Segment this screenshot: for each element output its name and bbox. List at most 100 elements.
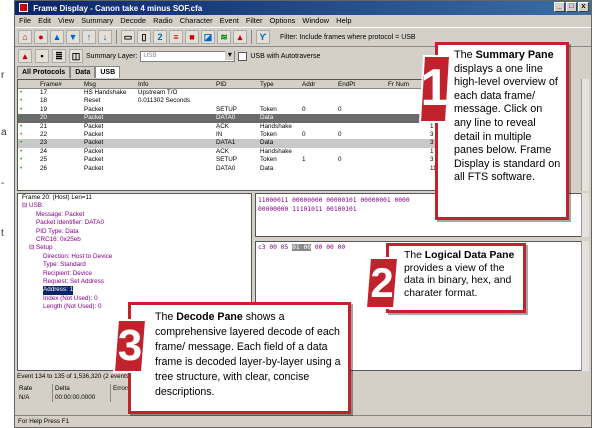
table-row[interactable]: • 20 Packet DATA0 Data	[18, 114, 456, 123]
autotraverse-checkbox[interactable]	[238, 51, 248, 61]
table-cell-msg: Packet	[84, 130, 104, 138]
column-header-type[interactable]: Type	[260, 80, 300, 89]
table-cell-msg: Packet	[84, 147, 104, 155]
table-cell-marker: •	[20, 97, 23, 105]
layers-icon[interactable]: ◫	[69, 49, 83, 63]
table-row[interactable]: • 22 Packet IN Token 0 0 3	[18, 131, 456, 139]
table-row[interactable]: • 17 HS Handshake Upstream T/O	[18, 89, 456, 97]
stats-icon[interactable]: ≋	[217, 30, 231, 44]
table-cell-frame: 21	[40, 122, 48, 130]
summary-rows: • 17 HS Handshake Upstream T/O • 18 Reset 0.011…	[18, 89, 456, 173]
copy-icon[interactable]: ▯	[137, 30, 151, 44]
menu-window[interactable]: Window	[302, 16, 329, 26]
menu-decode[interactable]: Decode	[120, 16, 146, 26]
table-row[interactable]: • 25 Packet SETUP Token 1 0 3	[18, 156, 456, 164]
tab-all-protocols[interactable]: All Protocols	[17, 66, 71, 78]
last-icon[interactable]: ↓	[98, 30, 112, 44]
page-icon[interactable]: ▭	[121, 30, 135, 44]
event-icon[interactable]: ▴	[233, 30, 247, 44]
hex-bytes[interactable]: 00 00 00	[311, 244, 345, 251]
decode-tree-node[interactable]: ⊟ USB:	[18, 202, 251, 210]
decode-icon[interactable]: ◪	[201, 30, 215, 44]
decode-tree-node[interactable]: CRC16: 0x25eb	[18, 236, 251, 244]
decode-tree-node[interactable]: Recipient: Device	[18, 270, 251, 278]
hex-scrollbar[interactable]	[581, 241, 589, 371]
callout-prefix: The	[404, 250, 425, 261]
menu-edit[interactable]: Edit	[38, 16, 51, 26]
next-icon[interactable]: ↑	[82, 30, 96, 44]
menu-summary[interactable]: Summary	[81, 16, 113, 26]
table-cell-addr: 0	[302, 130, 306, 138]
number-two-badge: 2	[364, 256, 400, 310]
decode-tree-node[interactable]: Packet Identifier: DATA0	[18, 219, 251, 227]
decode-tree-node[interactable]: Message: Packet	[18, 211, 251, 219]
lock-icon[interactable]: ▴	[18, 49, 32, 63]
column-header-frame[interactable]: Frame#	[40, 80, 70, 89]
save-icon[interactable]: ▪	[35, 49, 49, 63]
table-row[interactable]: • 19 Packet SETUP Token 0 0	[18, 106, 456, 114]
table-row[interactable]: • 21 Packet ACK Handshake 1	[18, 123, 456, 131]
column-header-pid[interactable]: PID	[216, 80, 256, 89]
menu-event[interactable]: Event	[220, 16, 239, 26]
menu-filter[interactable]: Filter	[246, 16, 263, 26]
edge-char-3: -	[1, 178, 5, 189]
column-header-addr[interactable]: Addr	[302, 80, 332, 89]
hex-bytes[interactable]: c3 00 05	[258, 244, 292, 251]
summary-scrollbar[interactable]	[581, 79, 589, 191]
column-header-msg[interactable]: Msg	[84, 80, 134, 89]
column-header-endpt[interactable]: EndPt	[338, 80, 368, 89]
menu-view[interactable]: View	[58, 16, 74, 26]
prev-icon[interactable]: ▼	[66, 30, 80, 44]
title-bar[interactable]: Frame Display - Canon take 4 minus SOF.c…	[15, 1, 591, 15]
maximize-button[interactable]: □	[566, 2, 577, 12]
toolbar-separator	[116, 30, 117, 44]
stats-value-rate: N/A	[17, 393, 53, 402]
table-row[interactable]: • 18 Reset 0.011302 Seconds	[18, 97, 456, 105]
tab-usb[interactable]: USB	[95, 66, 121, 78]
binary-scrollbar[interactable]	[581, 193, 589, 237]
decode-tree-node[interactable]: PID Type: Data	[18, 228, 251, 236]
menu-radio[interactable]: Radio	[153, 16, 173, 26]
columns-icon[interactable]: ≣	[52, 49, 66, 63]
filter-label: Filter: Include frames where protocol = …	[280, 33, 416, 41]
table-cell-addr: 0	[302, 105, 306, 113]
column-header-frnum[interactable]: Fr Num	[388, 80, 418, 89]
decode-node-label: Frame 20: (Host) Len=11	[22, 194, 93, 201]
bookmark-icon[interactable]: ≡	[169, 30, 183, 44]
summary-layer-select[interactable]: USB	[140, 49, 236, 62]
column-header-info[interactable]: Info	[138, 80, 212, 89]
window-title: Frame Display - Canon take 4 minus SOF.c…	[33, 4, 203, 13]
table-cell-frame: 26	[40, 164, 48, 172]
minimize-button[interactable]: _	[554, 2, 565, 12]
table-row[interactable]: • 26 Packet DATA0 Data 11	[18, 165, 456, 173]
menu-options[interactable]: Options	[270, 16, 296, 26]
menu-file[interactable]: File	[19, 16, 31, 26]
capture-icon[interactable]: ●	[34, 30, 48, 44]
panes-icon[interactable]: 2	[153, 30, 167, 44]
summary-header-row: Frame# Msg Info PID Type Addr EndPt Fr N…	[18, 80, 456, 89]
decode-node-label: Address: 1	[43, 286, 74, 295]
table-cell-msg: Packet	[84, 105, 104, 113]
close-button[interactable]: x	[578, 2, 589, 12]
home-icon[interactable]: ⌂	[18, 30, 32, 44]
menu-help[interactable]: Help	[336, 16, 351, 26]
filter-icon[interactable]: ϒ	[256, 30, 270, 44]
decode-tree-node[interactable]: Direction: Host to Device	[18, 253, 251, 261]
table-row[interactable]: • 24 Packet ACK Handshake 1	[18, 148, 456, 156]
tab-data[interactable]: Data	[70, 66, 96, 78]
hex-highlight[interactable]: 01 00	[292, 244, 312, 251]
decode-tree-node[interactable]: ⊟ Setup	[18, 244, 251, 252]
table-row[interactable]: • 23 Packet DATA1 Data 3	[18, 139, 456, 148]
decode-tree-node[interactable]: Request: Set Address	[18, 278, 251, 286]
decode-node-label: Type: Standard	[43, 261, 86, 269]
binary-icon[interactable]: ■	[185, 30, 199, 44]
table-cell-endpt: 0	[338, 156, 342, 164]
decode-tree-node[interactable]: Address: 1	[18, 286, 251, 295]
summary-pane: Frame# Msg Info PID Type Addr EndPt Fr N…	[17, 79, 457, 191]
first-icon[interactable]: ▲	[50, 30, 64, 44]
table-cell-pid: ACK	[216, 122, 229, 130]
decode-tree-node[interactable]: Frame 20: (Host) Len=11	[18, 194, 251, 202]
table-cell-pid: SETUP	[216, 105, 237, 113]
decode-tree-node[interactable]: Type: Standard	[18, 261, 251, 269]
menu-character[interactable]: Character	[180, 16, 213, 26]
